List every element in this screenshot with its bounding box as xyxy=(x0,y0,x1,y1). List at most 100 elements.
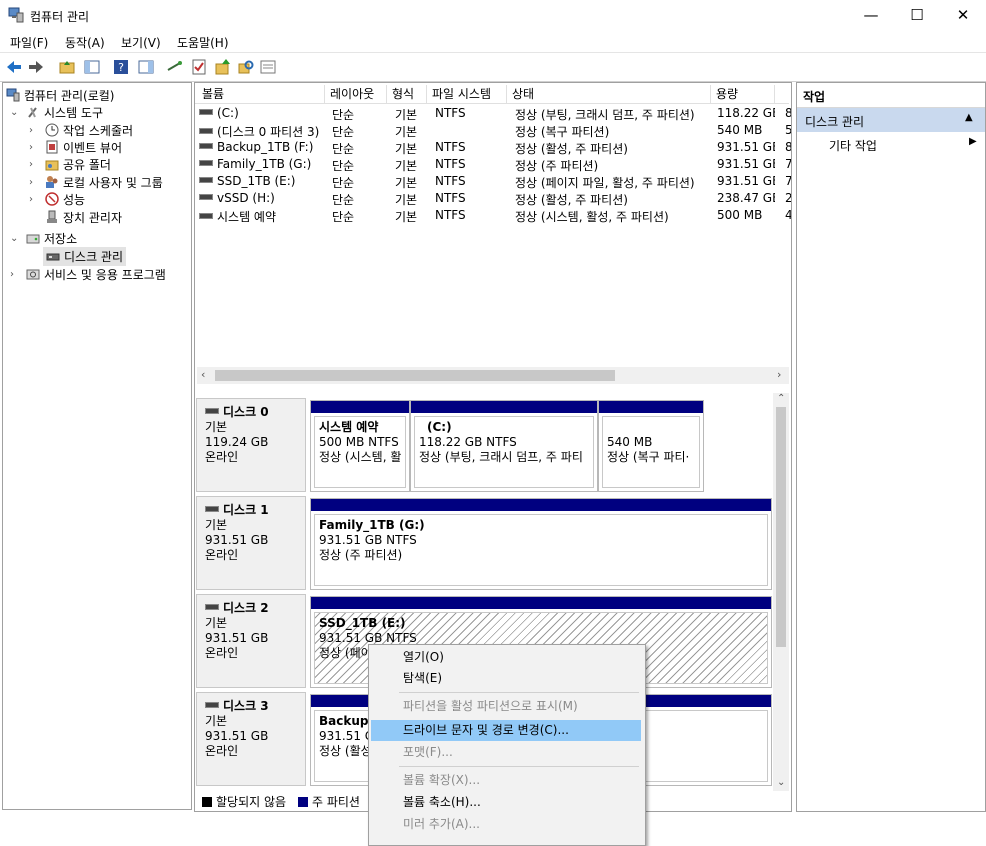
minimize-button[interactable]: — xyxy=(848,0,894,30)
help-icon[interactable]: ? xyxy=(112,58,130,76)
chevron-down-icon[interactable]: ⌄ xyxy=(10,107,18,118)
tools-icon xyxy=(28,107,37,118)
volume-cell-capacity: 500 MB xyxy=(717,208,763,222)
col-status[interactable]: 상태 xyxy=(507,85,711,103)
scroll-down-icon[interactable]: ⌄ xyxy=(777,777,785,788)
forward-arrow-icon[interactable] xyxy=(27,58,45,76)
chevron-right-icon[interactable]: › xyxy=(29,125,33,136)
ctx-change-drive-letter[interactable]: 드라이브 문자 및 경로 변경(C)... xyxy=(371,720,641,741)
col-layout[interactable]: 레이아웃 xyxy=(325,85,387,103)
actions-more[interactable]: 기타 작업 ▶ xyxy=(797,133,985,155)
partition-c[interactable]: (C:) 118.22 GB NTFS 정상 (부팅, 크래시 덤프, 주 파티 xyxy=(410,400,598,492)
scroll-left-icon[interactable]: ‹ xyxy=(201,368,205,381)
disk-2-label[interactable]: 디스크 2 기본 931.51 GB 온라인 xyxy=(196,594,306,688)
legend-primary: 주 파티션 xyxy=(298,793,360,810)
chevron-right-icon[interactable]: › xyxy=(29,159,33,170)
volume-cell-status: 정상 (활성, 주 파티션) xyxy=(515,142,628,156)
scroll-right-icon[interactable]: › xyxy=(777,368,781,381)
col-capacity[interactable]: 용량 xyxy=(711,85,775,103)
tree-shared-folders[interactable]: 공유 폴더 xyxy=(45,156,111,173)
ctx-shrink-volume[interactable]: 볼륨 축소(H)... xyxy=(371,792,641,813)
window-title: 컴퓨터 관리 xyxy=(30,10,90,24)
volume-cell-extra: 8 xyxy=(785,140,791,154)
tree-device-manager[interactable]: 장치 관리자 xyxy=(45,209,122,226)
tree-task-scheduler[interactable]: 작업 스케줄러 xyxy=(45,122,133,139)
disk-icon xyxy=(205,604,219,610)
maximize-button[interactable]: ☐ xyxy=(894,0,940,30)
volume-row[interactable]: Family_1TB (G:) 단순 기본 NTFS 정상 (주 파티션) 931.51 … xyxy=(195,156,791,173)
tree-disk-management[interactable]: 디스크 관리 xyxy=(43,247,127,266)
col-type[interactable]: 형식 xyxy=(387,85,427,103)
disk-1-state: 온라인 xyxy=(205,548,239,562)
search-folder-icon[interactable] xyxy=(237,58,255,76)
legend-unallocated-label: 할당되지 않음 xyxy=(216,795,287,809)
chevron-right-icon[interactable]: › xyxy=(10,269,14,280)
disk-1-label[interactable]: 디스크 1 기본 931.51 GB 온라인 xyxy=(196,496,306,590)
col-filesystem[interactable]: 파일 시스템 xyxy=(427,85,507,103)
ctx-extend-volume[interactable]: 볼륨 확장(X)... xyxy=(371,770,641,791)
ctx-add-mirror[interactable]: 미러 추가(A)... xyxy=(371,814,641,835)
back-arrow-icon[interactable] xyxy=(5,58,23,76)
partition-g[interactable]: Family_1TB (G:) 931.51 GB NTFS 정상 (주 파티션) xyxy=(310,498,772,590)
chevron-right-icon[interactable]: › xyxy=(29,194,33,205)
volume-cell-name: 시스템 예약 xyxy=(199,208,325,225)
tree-local-users[interactable]: 로컬 사용자 및 그룹 xyxy=(45,174,163,191)
volume-cell-name: (C:) xyxy=(199,106,325,120)
menu-bar: 파일(F) 동작(A) 보기(V) 도움말(H) xyxy=(0,30,986,52)
disk-3-size: 931.51 GB xyxy=(205,729,269,743)
tree-system-tools[interactable]: 시스템 도구 xyxy=(26,104,103,121)
hscroll-thumb[interactable] xyxy=(215,370,615,381)
col-volume[interactable]: 볼륨 xyxy=(197,85,325,103)
disk-0-label[interactable]: 디스크 0 기본 119.24 GB 온라인 xyxy=(196,398,306,492)
menu-file[interactable]: 파일(F) xyxy=(10,34,48,51)
connect-icon[interactable] xyxy=(166,58,184,76)
actions-section-disk-management[interactable]: 디스크 관리 ▲ xyxy=(797,108,985,132)
disk-3-label[interactable]: 디스크 3 기본 931.51 GB 온라인 xyxy=(196,692,306,786)
tree-root[interactable]: 컴퓨터 관리(로컬) xyxy=(6,87,114,104)
chevron-right-icon[interactable]: › xyxy=(29,142,33,153)
tree-performance[interactable]: 성능 xyxy=(45,191,85,208)
volume-row[interactable]: Backup_1TB (F:) 단순 기본 NTFS 정상 (활성, 주 파티션) 931… xyxy=(195,139,791,156)
menu-action[interactable]: 동작(A) xyxy=(65,34,105,51)
menu-view[interactable]: 보기(V) xyxy=(121,34,161,51)
volume-row[interactable]: vSSD (H:) 단순 기본 NTFS 정상 (활성, 주 파티션) 238.47 GB… xyxy=(195,190,791,207)
partition-status: 정상 (복구 파티· xyxy=(607,450,690,464)
tree-storage[interactable]: 저장소 xyxy=(26,230,77,247)
chevron-right-icon[interactable]: › xyxy=(29,177,33,188)
primary-partition-bar xyxy=(599,401,703,413)
ctx-separator xyxy=(399,766,639,767)
volume-cell-type: 기본 xyxy=(395,125,418,139)
volume-row[interactable]: SSD_1TB (E:) 단순 기본 NTFS 정상 (페이지 파일, 활성, 주 파티… xyxy=(195,173,791,190)
action-pane-icon[interactable] xyxy=(137,58,155,76)
show-hide-tree-icon[interactable] xyxy=(83,58,101,76)
ctx-mark-active[interactable]: 파티션을 활성 파티션으로 표시(M) xyxy=(371,696,641,717)
ctx-open[interactable]: 열기(O) xyxy=(371,647,641,668)
ctx-separator xyxy=(399,692,639,693)
tree-event-viewer[interactable]: 이벤트 뷰어 xyxy=(45,139,122,156)
menu-help[interactable]: 도움말(H) xyxy=(177,34,229,51)
vscroll-thumb[interactable] xyxy=(776,407,786,647)
close-button[interactable]: ✕ xyxy=(940,0,986,30)
chevron-down-icon[interactable]: ⌄ xyxy=(10,233,18,244)
ctx-format[interactable]: 포맷(F)... xyxy=(371,742,641,763)
disk-area-vscrollbar[interactable]: ⌃ ⌄ xyxy=(773,393,789,791)
volume-name: vSSD (H:) xyxy=(217,191,275,205)
collapse-up-icon[interactable]: ▲ xyxy=(965,112,973,123)
volume-cell-layout: 단순 xyxy=(332,193,355,207)
volume-row[interactable]: (C:) 단순 기본 NTFS 정상 (부팅, 크래시 덤프, 주 파티션) 118.22… xyxy=(195,105,791,122)
context-menu: 열기(O) 탐색(E) 파티션을 활성 파티션으로 표시(M) 드라이브 문자 … xyxy=(368,644,646,846)
volume-list-hscrollbar[interactable]: ‹ › xyxy=(197,367,789,384)
tree-services[interactable]: 서비스 및 응용 프로그램 xyxy=(26,266,166,283)
checklist-icon[interactable] xyxy=(190,58,208,76)
volume-cell-capacity: 238.47 GB xyxy=(717,191,775,205)
scroll-up-icon[interactable]: ⌃ xyxy=(777,393,785,404)
up-folder-icon[interactable] xyxy=(58,58,76,76)
partition-recovery[interactable]: 540 MB 정상 (복구 파티· xyxy=(598,400,704,492)
ctx-explore[interactable]: 탐색(E) xyxy=(371,668,641,689)
upload-folder-icon[interactable] xyxy=(214,58,232,76)
volume-row[interactable]: (디스크 0 파티션 3) 단순 기본 정상 (복구 파티션) 540 MB 5 xyxy=(195,122,791,139)
properties-icon[interactable] xyxy=(259,58,277,76)
tree-root-label: 컴퓨터 관리(로컬) xyxy=(24,89,115,103)
volume-row[interactable]: 시스템 예약 단순 기본 NTFS 정상 (시스템, 활성, 주 파티션) 500 MB 4 xyxy=(195,207,791,225)
partition-system-reserved[interactable]: 시스템 예약 500 MB NTFS 정상 (시스템, 활 xyxy=(310,400,410,492)
